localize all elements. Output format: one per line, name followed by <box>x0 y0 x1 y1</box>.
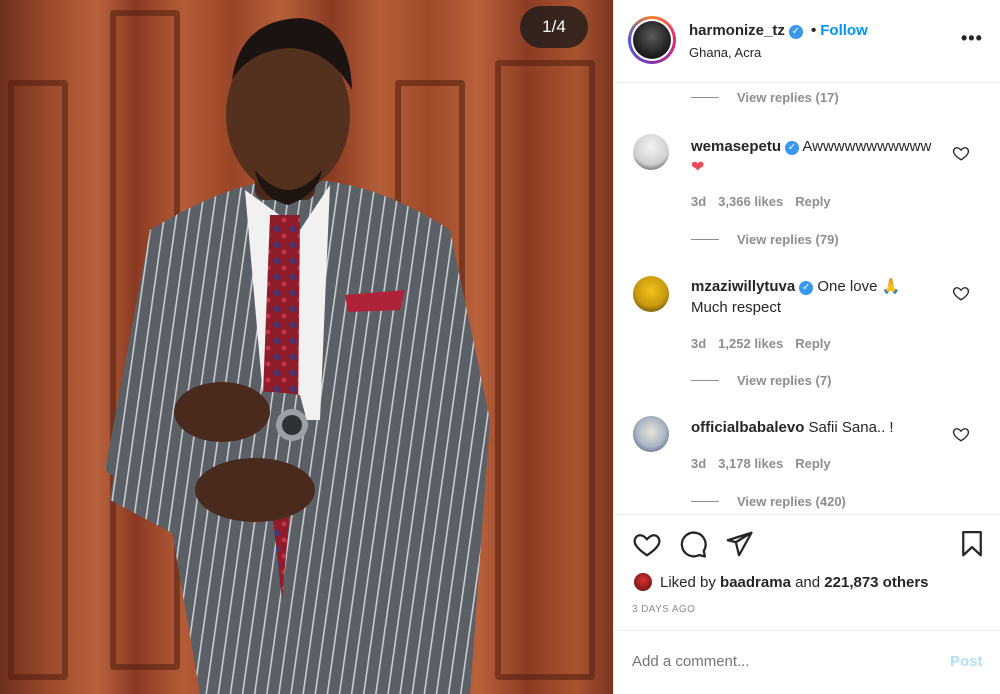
comment-text: officialbabalevo Safii Sana.. ! <box>691 419 894 436</box>
post-comment-button[interactable]: Post <box>950 653 983 670</box>
commenter-username[interactable]: wemasepetu <box>691 138 781 155</box>
slide-counter: 1/4 <box>520 6 588 48</box>
like-comment-heart-icon[interactable] <box>952 144 970 162</box>
author-avatar[interactable] <box>628 16 676 64</box>
more-options-icon[interactable]: ••• <box>961 28 983 49</box>
person-figure <box>105 18 490 694</box>
post-header: harmonize_tz ✓ • Follow Ghana, Acra ••• <box>614 0 1000 83</box>
comment-likes[interactable]: 3,366 likes <box>718 194 783 209</box>
comment-time: 3d <box>691 456 707 471</box>
likes-count[interactable]: 221,873 others <box>824 574 928 591</box>
liker-avatar[interactable] <box>632 571 654 593</box>
comments-list[interactable]: View replies (17) wemasepetu ✓ Awwwwwwwww… <box>614 84 1000 514</box>
post-actions: Liked by baadrama and 221,873 others 3 D… <box>614 514 1000 634</box>
reply-line-divider <box>691 97 719 98</box>
like-heart-icon[interactable] <box>632 529 662 559</box>
follow-button[interactable]: • Follow <box>811 22 868 39</box>
reply-button[interactable]: Reply <box>795 456 830 471</box>
comment-text: mzaziwillytuva ✓ One love 🙏 Much respect <box>691 278 901 316</box>
follow-separator: • <box>811 22 817 39</box>
view-replies-button[interactable]: View replies (79) <box>691 232 839 247</box>
commenter-username[interactable]: officialbabalevo <box>691 419 804 436</box>
comment-input[interactable] <box>632 653 932 670</box>
reply-line-divider <box>691 501 719 502</box>
post-timestamp[interactable]: 3 DAYS AGO <box>632 604 695 615</box>
comment-likes[interactable]: 1,252 likes <box>718 336 783 351</box>
commenter-avatar[interactable] <box>633 416 669 452</box>
share-paper-plane-icon[interactable] <box>724 529 754 559</box>
reply-button[interactable]: Reply <box>795 194 830 209</box>
post-side-panel: harmonize_tz ✓ • Follow Ghana, Acra ••• Vi… <box>613 0 1000 694</box>
reply-line-divider <box>691 380 719 381</box>
save-bookmark-icon[interactable] <box>957 529 987 559</box>
comment-meta: 3d 1,252 likes Reply <box>691 336 843 351</box>
reply-line-divider <box>691 239 719 240</box>
view-replies-button[interactable]: View replies (17) <box>691 90 839 105</box>
commenter-username[interactable]: mzaziwillytuva <box>691 278 795 295</box>
verified-badge-icon: ✓ <box>799 281 814 295</box>
comment-likes[interactable]: 3,178 likes <box>718 456 783 471</box>
verified-badge-icon: ✓ <box>785 141 800 155</box>
commenter-avatar[interactable] <box>633 276 669 312</box>
author-username[interactable]: harmonize_tz ✓ <box>689 22 803 39</box>
post-photo[interactable]: 1/4 <box>0 0 613 694</box>
view-replies-button[interactable]: View replies (7) <box>691 373 831 388</box>
comment-meta: 3d 3,178 likes Reply <box>691 456 843 471</box>
likes-summary: Liked by baadrama and 221,873 others <box>632 571 929 593</box>
comment-time: 3d <box>691 194 707 209</box>
like-comment-heart-icon[interactable] <box>952 284 970 302</box>
view-replies-button[interactable]: View replies (420) <box>691 494 846 509</box>
liker-username[interactable]: baadrama <box>720 574 791 591</box>
heart-emoji: ❤ <box>691 159 705 176</box>
comment-bubble-icon[interactable] <box>678 529 708 559</box>
reply-button[interactable]: Reply <box>795 336 830 351</box>
post-location[interactable]: Ghana, Acra <box>689 45 761 60</box>
follow-label[interactable]: Follow <box>820 22 868 39</box>
like-comment-heart-icon[interactable] <box>952 425 970 443</box>
add-comment-bar: Post <box>614 630 1000 694</box>
comment-meta: 3d 3,366 likes Reply <box>691 194 843 209</box>
comment-text: wemasepetu ✓ Awwwwwwwwwww ❤ <box>691 138 932 176</box>
comment-time: 3d <box>691 336 707 351</box>
verified-badge-icon: ✓ <box>788 25 803 39</box>
commenter-avatar[interactable] <box>633 134 669 170</box>
